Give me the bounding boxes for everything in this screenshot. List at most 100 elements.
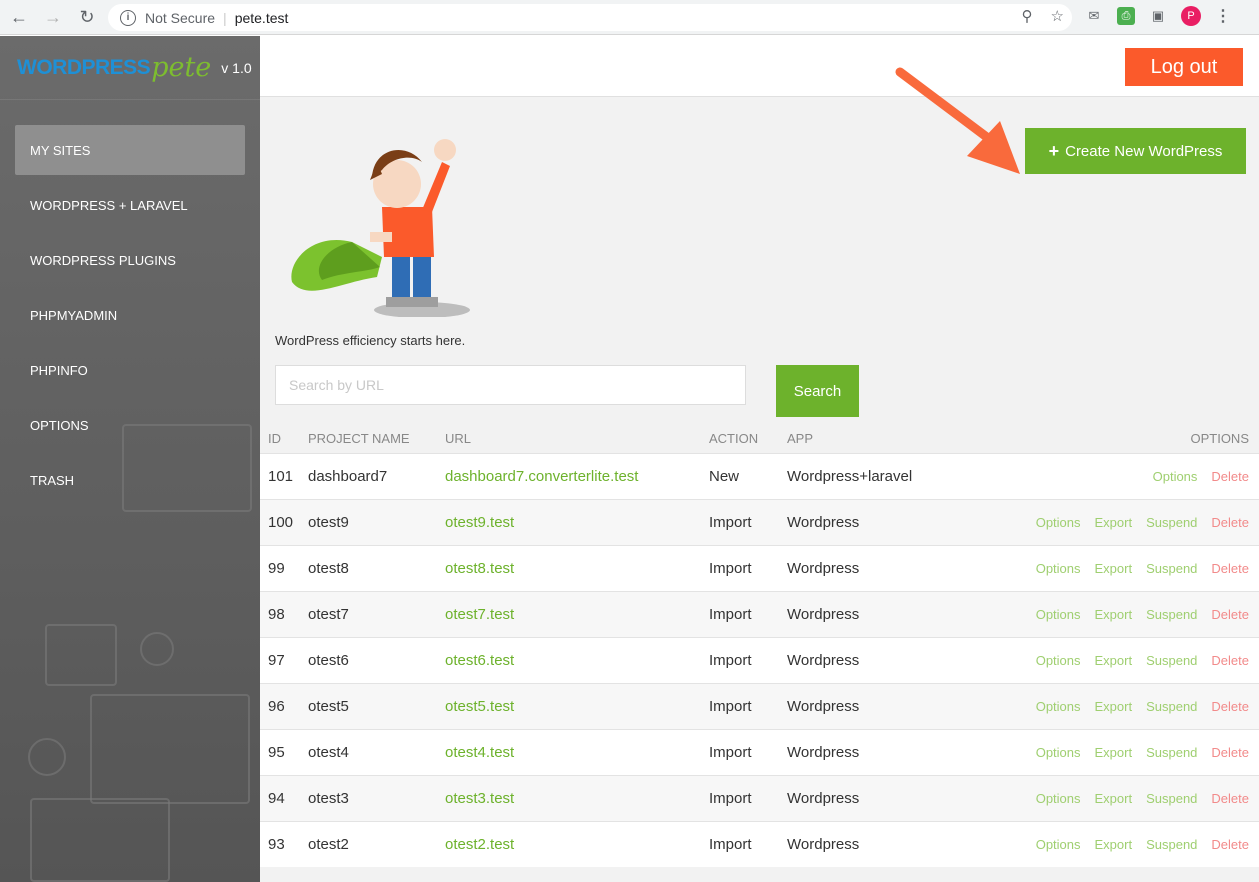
options-link[interactable]: Options (1036, 607, 1081, 622)
sidebar-item-my-sites[interactable]: MY SITES (15, 125, 245, 175)
bookmark-star-icon[interactable]: ☆ (1051, 7, 1064, 25)
create-new-wordpress-button[interactable]: + Create New WordPress (1025, 128, 1246, 174)
key-icon[interactable]: ⚲ (1022, 7, 1033, 25)
info-icon[interactable]: i (120, 9, 136, 26)
options-link[interactable]: Options (1036, 561, 1081, 576)
export-link[interactable]: Export (1095, 745, 1133, 760)
export-link[interactable]: Export (1095, 561, 1133, 576)
export-link[interactable]: Export (1095, 791, 1133, 806)
delete-link[interactable]: Delete (1211, 607, 1249, 622)
cell-url: otest6.test (445, 636, 709, 683)
screenshot-extension-icon[interactable]: ▣ (1149, 7, 1167, 25)
options-link[interactable]: Options (1036, 791, 1081, 806)
options-link[interactable]: Options (1036, 837, 1081, 852)
delete-link[interactable]: Delete (1211, 837, 1249, 852)
site-url-link[interactable]: dashboard7.converterlite.test (445, 468, 638, 485)
site-url-link[interactable]: otest3.test (445, 790, 514, 807)
sidebar: WORDPRESS pete v 1.0 MY SITES WORDPRESS … (0, 36, 260, 882)
cell-app: Wordpress (787, 774, 1017, 821)
cell-action: Import (709, 728, 787, 775)
sidebar-item-phpmyadmin[interactable]: PHPMYADMIN (15, 290, 245, 340)
forward-icon[interactable]: → (38, 2, 68, 32)
cell-app: Wordpress (787, 636, 1017, 683)
table-row: 93 otest2 otest2.test Import Wordpress Option… (260, 820, 1259, 867)
cell-id: 101 (260, 452, 308, 499)
site-url-link[interactable]: otest2.test (445, 836, 514, 853)
delete-link[interactable]: Delete (1211, 653, 1249, 668)
header-app: APP (787, 431, 814, 447)
suspend-link[interactable]: Suspend (1146, 745, 1197, 760)
suspend-link[interactable]: Suspend (1146, 607, 1197, 622)
sidebar-item-wordpress-plugins[interactable]: WORDPRESS PLUGINS (15, 235, 245, 285)
decorative-tool-icon (28, 738, 66, 776)
cell-project-name: otest2 (308, 820, 445, 867)
site-url-link[interactable]: otest6.test (445, 652, 514, 669)
profile-avatar[interactable]: P (1181, 6, 1201, 26)
cell-id: 99 (260, 544, 308, 591)
cell-project-name: otest9 (308, 498, 445, 545)
browser-toolbar: ← → ↻ i Not Secure | pete.test ⚲ ☆ ✉ ⎙ ▣… (0, 0, 1259, 35)
header-id: ID (268, 431, 281, 447)
cell-action: Import (709, 544, 787, 591)
suspend-link[interactable]: Suspend (1146, 515, 1197, 530)
options-link[interactable]: Options (1036, 699, 1081, 714)
address-bar[interactable]: i Not Secure | pete.test ⚲ ☆ (108, 4, 1072, 31)
options-link[interactable]: Options (1036, 745, 1081, 760)
table-header-row: ID PROJECT NAME URL ACTION APP OPTIONS (260, 425, 1259, 453)
print-extension-icon[interactable]: ⎙ (1117, 7, 1135, 25)
cell-project-name: otest6 (308, 636, 445, 683)
suspend-link[interactable]: Suspend (1146, 653, 1197, 668)
site-url-link[interactable]: otest7.test (445, 606, 514, 623)
table-row: 101 dashboard7 dashboard7.converterlite.te… (260, 452, 1259, 499)
brand-logo[interactable]: WORDPRESS pete v 1.0 (0, 36, 260, 100)
cell-project-name: otest4 (308, 728, 445, 775)
delete-link[interactable]: Delete (1211, 745, 1249, 760)
export-link[interactable]: Export (1095, 837, 1133, 852)
cell-action: Import (709, 590, 787, 637)
site-url-link[interactable]: otest9.test (445, 514, 514, 531)
site-url-link[interactable]: otest8.test (445, 560, 514, 577)
back-icon[interactable]: ← (4, 2, 34, 32)
options-link[interactable]: Options (1153, 469, 1198, 484)
suspend-link[interactable]: Suspend (1146, 561, 1197, 576)
cell-options: Options Export Suspend Delete (1017, 636, 1259, 683)
export-link[interactable]: Export (1095, 607, 1133, 622)
brand-accent: pete (151, 52, 212, 83)
plus-icon: + (1048, 140, 1060, 161)
address-separator: | (223, 9, 227, 26)
cell-url: otest5.test (445, 682, 709, 729)
inbox-extension-icon[interactable]: ✉ (1085, 7, 1103, 25)
export-link[interactable]: Export (1095, 515, 1133, 530)
cell-url: otest7.test (445, 590, 709, 637)
export-link[interactable]: Export (1095, 699, 1133, 714)
suspend-link[interactable]: Suspend (1146, 791, 1197, 806)
cell-app: Wordpress (787, 590, 1017, 637)
options-link[interactable]: Options (1036, 653, 1081, 668)
address-url: pete.test (234, 9, 289, 26)
table-row: 98 otest7 otest7.test Import Wordpress Option… (260, 590, 1259, 637)
decorative-globe-icon (140, 632, 174, 666)
delete-link[interactable]: Delete (1211, 561, 1249, 576)
site-url-link[interactable]: otest4.test (445, 744, 514, 761)
search-button[interactable]: Search (776, 365, 859, 417)
delete-link[interactable]: Delete (1211, 791, 1249, 806)
options-link[interactable]: Options (1036, 515, 1081, 530)
suspend-link[interactable]: Suspend (1146, 837, 1197, 852)
logout-button[interactable]: Log out (1125, 48, 1243, 86)
delete-link[interactable]: Delete (1211, 469, 1249, 484)
suspend-link[interactable]: Suspend (1146, 699, 1197, 714)
delete-link[interactable]: Delete (1211, 515, 1249, 530)
search-input[interactable] (275, 365, 746, 405)
reload-icon[interactable]: ↻ (72, 2, 102, 32)
site-url-link[interactable]: otest5.test (445, 698, 514, 715)
header-action: ACTION (709, 431, 759, 447)
decorative-monitor-icon (122, 424, 252, 512)
sidebar-item-phpinfo[interactable]: PHPINFO (15, 345, 245, 395)
browser-menu-icon[interactable]: ⋮ (1215, 6, 1231, 26)
export-link[interactable]: Export (1095, 653, 1133, 668)
delete-link[interactable]: Delete (1211, 699, 1249, 714)
cell-app: Wordpress+laravel (787, 452, 1017, 499)
table-row: 100 otest9 otest9.test Import Wordpress Optio… (260, 498, 1259, 545)
sidebar-item-wordpress-laravel[interactable]: WORDPRESS + LARAVEL (15, 180, 245, 230)
cell-app: Wordpress (787, 498, 1017, 545)
